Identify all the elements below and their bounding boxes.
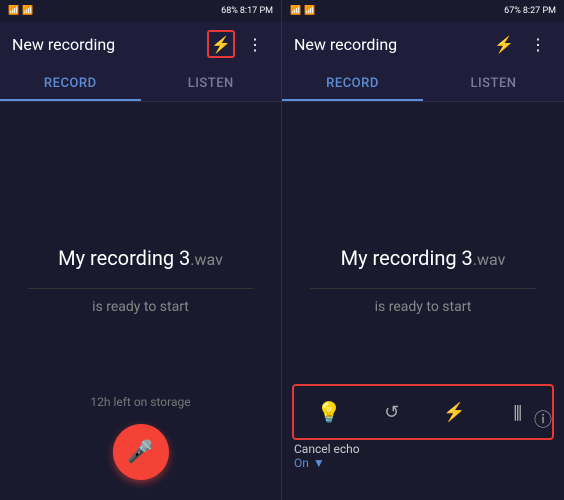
waveform-icon: ||| — [513, 402, 520, 423]
right-flash-icon: ⚡ — [494, 35, 514, 54]
right-wifi-icon: 📶 — [304, 6, 315, 16]
left-signal-icon: 📶 — [8, 6, 19, 16]
left-record-btn-container: 🎤 — [113, 424, 169, 480]
cancel-echo-value-text: On — [294, 456, 309, 470]
right-phone-panel: 📶 📶 67% 8:27 PM New recording ⚡ ⋮ RECORD… — [282, 0, 564, 500]
left-main-content: My recording 3.wav is ready to start 12h… — [0, 102, 281, 500]
left-status-left: 📶 📶 — [8, 6, 33, 16]
right-signal-icon: 📶 — [290, 6, 301, 16]
left-wifi-icon: 📶 — [22, 6, 33, 16]
cancel-echo-dropdown[interactable]: On ▼ — [294, 456, 360, 470]
right-menu-icon: ⋮ — [530, 35, 546, 54]
left-tab-record[interactable]: RECORD — [0, 66, 141, 101]
right-recording-ext: .wav — [473, 250, 506, 269]
right-tab-record[interactable]: RECORD — [282, 66, 423, 101]
left-menu-button[interactable]: ⋮ — [241, 30, 269, 58]
left-header-icons: ⚡ ⋮ — [207, 30, 269, 58]
left-phone-panel: 📶 📶 68% 8:17 PM New recording ⚡ ⋮ RECORD… — [0, 0, 282, 500]
left-time: 8:17 PM — [240, 6, 273, 16]
info-icon: ⓘ — [534, 410, 552, 431]
right-app-title: New recording — [294, 35, 397, 54]
cancel-echo-label: Cancel echo — [294, 442, 360, 456]
left-tab-listen[interactable]: LISTEN — [141, 66, 282, 101]
right-info-button[interactable]: ⓘ — [534, 406, 552, 432]
right-tab-listen[interactable]: LISTEN — [423, 66, 564, 101]
lightbulb-icon: 💡 — [317, 400, 342, 424]
right-status-bar: 📶 📶 67% 8:27 PM — [282, 0, 564, 22]
left-storage-text: 12h left on storage — [90, 395, 190, 409]
left-battery: 68% — [221, 6, 238, 16]
left-flash-button[interactable]: ⚡ — [207, 30, 235, 58]
chevron-down-icon: ▼ — [313, 456, 325, 470]
undo-icon: ↺ — [384, 402, 399, 423]
right-status-left: 📶 📶 — [290, 6, 315, 16]
right-bottom-toolbar: 💡 ↺ ⚡ ||| — [292, 384, 554, 440]
right-flash-button[interactable]: ⚡ — [490, 30, 518, 58]
left-app-header: New recording ⚡ ⋮ — [0, 22, 281, 66]
left-mic-icon: 🎤 — [127, 440, 154, 465]
left-status-right: 68% 8:17 PM — [221, 6, 273, 16]
right-status-right: 67% 8:27 PM — [504, 6, 556, 16]
left-recording-status: is ready to start — [92, 299, 189, 315]
left-menu-icon: ⋮ — [247, 35, 263, 54]
left-recording-ext: .wav — [190, 250, 223, 269]
left-app-title: New recording — [12, 35, 115, 54]
right-tabs: RECORD LISTEN — [282, 66, 564, 102]
right-app-header: New recording ⚡ ⋮ — [282, 22, 564, 66]
left-recording-name-text: My recording 3 — [58, 246, 190, 270]
right-cancel-echo: Cancel echo On ▼ — [294, 442, 360, 470]
right-main-content: My recording 3.wav is ready to start 💡 ↺… — [282, 102, 564, 500]
right-time: 8:27 PM — [523, 6, 556, 16]
right-battery: 67% — [504, 6, 521, 16]
right-recording-status: is ready to start — [375, 299, 472, 315]
left-record-button[interactable]: 🎤 — [113, 424, 169, 480]
flash-off-icon: ⚡ — [443, 402, 465, 423]
right-recording-name-text: My recording 3 — [341, 246, 473, 270]
left-status-bar: 📶 📶 68% 8:17 PM — [0, 0, 281, 22]
left-divider — [28, 288, 253, 289]
right-toolbar-flash-off[interactable]: ⚡ — [436, 394, 472, 430]
right-toolbar-undo[interactable]: ↺ — [374, 394, 410, 430]
right-toolbar-waveform[interactable]: ||| — [499, 394, 535, 430]
right-recording-name: My recording 3.wav — [341, 246, 506, 270]
right-header-icons: ⚡ ⋮ — [490, 30, 552, 58]
left-flash-icon: ⚡ — [211, 35, 231, 54]
left-tabs: RECORD LISTEN — [0, 66, 281, 102]
right-toolbar-lightbulb[interactable]: 💡 — [311, 394, 347, 430]
right-divider — [310, 288, 536, 289]
right-menu-button[interactable]: ⋮ — [524, 30, 552, 58]
left-recording-name: My recording 3.wav — [58, 246, 223, 270]
